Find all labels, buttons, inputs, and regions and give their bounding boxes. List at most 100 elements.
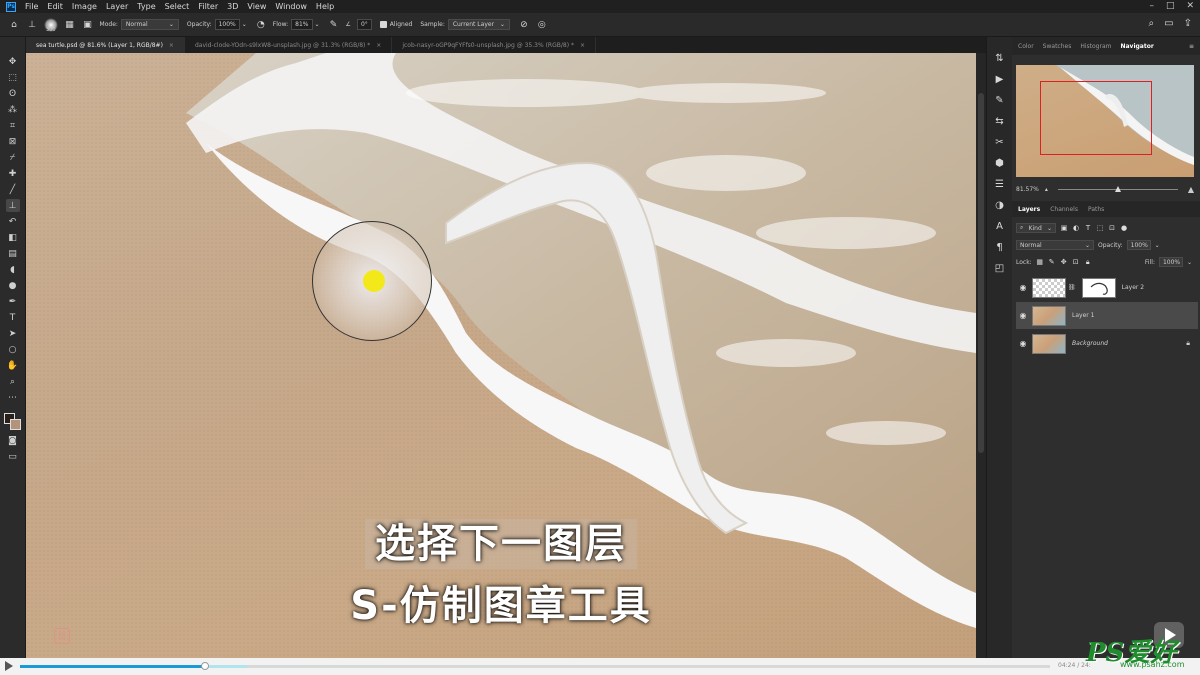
- frame-tool-icon[interactable]: ⊠: [6, 135, 20, 148]
- healing-brush-tool-icon[interactable]: ✚: [6, 167, 20, 180]
- angle-input[interactable]: 0°: [356, 19, 372, 30]
- menu-3d[interactable]: 3D: [227, 2, 238, 11]
- layer-name[interactable]: Layer 1: [1072, 312, 1094, 319]
- lock-all-icon[interactable]: 🔒︎: [1084, 258, 1092, 266]
- pixel-filter-icon[interactable]: ▣: [1060, 224, 1068, 232]
- minimize-icon[interactable]: –: [1149, 1, 1154, 11]
- tab-color[interactable]: Color: [1018, 43, 1034, 50]
- layer-row-layer-2[interactable]: ◉ ⛓︎ Layer 2: [1016, 274, 1198, 301]
- eye-icon[interactable]: ◉: [1016, 283, 1030, 292]
- path-selection-tool-icon[interactable]: ➤: [6, 327, 20, 340]
- menu-type[interactable]: Type: [137, 2, 155, 11]
- blur-tool-icon[interactable]: ◖: [6, 263, 20, 276]
- tab-david-clode[interactable]: david-clode-YOdn-s9lxW8-unsplash.jpg @ 3…: [185, 37, 393, 53]
- menu-edit[interactable]: Edit: [47, 2, 63, 11]
- type-filter-icon[interactable]: T: [1084, 224, 1092, 232]
- layer-name[interactable]: Background: [1072, 340, 1108, 347]
- type-tool-icon[interactable]: T: [6, 311, 20, 324]
- search-icon[interactable]: ⌕: [1149, 18, 1155, 29]
- character-icon[interactable]: A: [993, 219, 1007, 233]
- clone-stamp-tool-icon[interactable]: ⊥: [26, 19, 38, 31]
- menu-image[interactable]: Image: [72, 2, 97, 11]
- close-icon[interactable]: ×: [580, 42, 585, 49]
- clone-source-icon[interactable]: ▣: [82, 19, 94, 31]
- clone-stamp-tool-icon[interactable]: ⊥: [5, 199, 20, 212]
- brush-settings-icon[interactable]: ▦: [64, 19, 76, 31]
- actions-play-icon[interactable]: ▶: [993, 72, 1007, 86]
- zoom-slider-knob[interactable]: [1115, 185, 1122, 192]
- menu-filter[interactable]: Filter: [198, 2, 218, 11]
- zoom-value[interactable]: 81.57%: [1016, 186, 1039, 193]
- screen-mode-icon[interactable]: ▭: [6, 450, 20, 463]
- background-color[interactable]: [9, 419, 21, 430]
- tab-channels[interactable]: Channels: [1050, 206, 1078, 213]
- mode-select[interactable]: Normal ⌄: [120, 19, 179, 30]
- quick-select-tool-icon[interactable]: ⁂: [6, 103, 20, 116]
- gradient-tool-icon[interactable]: ▤: [6, 247, 20, 260]
- pressure-size-icon[interactable]: ◎: [536, 19, 548, 31]
- lock-position-icon[interactable]: ✥: [1060, 258, 1068, 266]
- color-icon[interactable]: ◑: [993, 198, 1007, 212]
- 3d-icon[interactable]: ⬢: [993, 156, 1007, 170]
- menu-file[interactable]: File: [25, 2, 38, 11]
- fill-input[interactable]: 100%: [1158, 257, 1183, 267]
- lock-pixels-icon[interactable]: ✎: [1048, 258, 1056, 266]
- history-icon[interactable]: ⇅: [993, 51, 1007, 65]
- opacity-input[interactable]: 100%: [214, 19, 240, 30]
- adjustment-filter-icon[interactable]: ◐: [1072, 224, 1080, 232]
- opacity-input[interactable]: 100%: [1126, 240, 1151, 250]
- close-icon[interactable]: ×: [376, 42, 381, 49]
- properties-icon[interactable]: ☰: [993, 177, 1007, 191]
- video-progress-track[interactable]: [20, 662, 1050, 670]
- shape-tool-icon[interactable]: ○: [6, 343, 20, 356]
- adjustments-icon[interactable]: ⇆: [993, 114, 1007, 128]
- crop-tool-icon[interactable]: ⌗: [6, 119, 20, 132]
- close-icon[interactable]: ×: [169, 42, 174, 49]
- zoom-in-icon[interactable]: ▲: [1188, 185, 1194, 194]
- panel-menu-icon[interactable]: ≡: [1189, 43, 1194, 50]
- history-brush-tool-icon[interactable]: ↶: [6, 215, 20, 228]
- shape-filter-icon[interactable]: ⬚: [1096, 224, 1104, 232]
- eraser-tool-icon[interactable]: ◧: [6, 231, 20, 244]
- canvas-scrollbar[interactable]: [976, 53, 986, 658]
- move-tool-icon[interactable]: ✥: [6, 55, 20, 68]
- menu-window[interactable]: Window: [275, 2, 307, 11]
- link-icon[interactable]: ⛓︎: [1068, 284, 1076, 291]
- zoom-slider[interactable]: [1057, 185, 1178, 192]
- menu-help[interactable]: Help: [316, 2, 334, 11]
- play-icon[interactable]: [5, 661, 13, 671]
- eyedropper-tool-icon[interactable]: ⌿: [6, 151, 20, 164]
- document-canvas[interactable]: 选择下一图层 S-仿制图章工具 印: [26, 53, 976, 658]
- smart-object-filter-icon[interactable]: ⊡: [1108, 224, 1116, 232]
- maximize-icon[interactable]: □: [1166, 1, 1175, 11]
- video-progress-knob[interactable]: [201, 662, 210, 670]
- menu-layer[interactable]: Layer: [106, 2, 128, 11]
- tab-navigator[interactable]: Navigator: [1120, 43, 1153, 50]
- clone-source-icon[interactable]: ✂: [993, 135, 1007, 149]
- sample-select[interactable]: Current Layer ⌄: [447, 19, 510, 30]
- kind-filter-select[interactable]: ⌕ Kind ⌄: [1016, 223, 1056, 233]
- lasso-tool-icon[interactable]: ʘ: [6, 87, 20, 100]
- dodge-tool-icon[interactable]: ●: [6, 279, 20, 292]
- zoom-out-icon[interactable]: ▴: [1045, 186, 1048, 193]
- layer-row-layer-1[interactable]: ◉ Layer 1: [1016, 302, 1198, 329]
- flow-input[interactable]: 81%: [291, 19, 313, 30]
- pen-tool-icon[interactable]: ✒: [6, 295, 20, 308]
- layer-row-background[interactable]: ◉ Background 🔒︎: [1016, 330, 1198, 357]
- tab-histogram[interactable]: Histogram: [1080, 43, 1111, 50]
- color-swatches[interactable]: [3, 413, 22, 431]
- chevron-down-icon[interactable]: ⌄: [315, 21, 320, 28]
- chevron-down-icon[interactable]: ⌄: [242, 21, 247, 28]
- hand-tool-icon[interactable]: ✋: [6, 359, 20, 372]
- workspace-icon[interactable]: ▭: [1164, 18, 1173, 29]
- tab-paths[interactable]: Paths: [1088, 206, 1104, 213]
- scrollbar-thumb[interactable]: [978, 93, 984, 453]
- navigator-view-box[interactable]: [1040, 81, 1152, 155]
- pressure-opacity-icon[interactable]: ◔: [255, 19, 267, 31]
- blend-mode-select[interactable]: Normal ⌄: [1016, 240, 1094, 250]
- ignore-adjustment-layers-icon[interactable]: ⊘: [518, 19, 530, 31]
- share-icon[interactable]: ⇪: [1184, 18, 1192, 29]
- paragraph-icon[interactable]: ¶: [993, 240, 1007, 254]
- close-icon[interactable]: ✕: [1186, 1, 1194, 11]
- quick-mask-icon[interactable]: ◙: [6, 434, 20, 447]
